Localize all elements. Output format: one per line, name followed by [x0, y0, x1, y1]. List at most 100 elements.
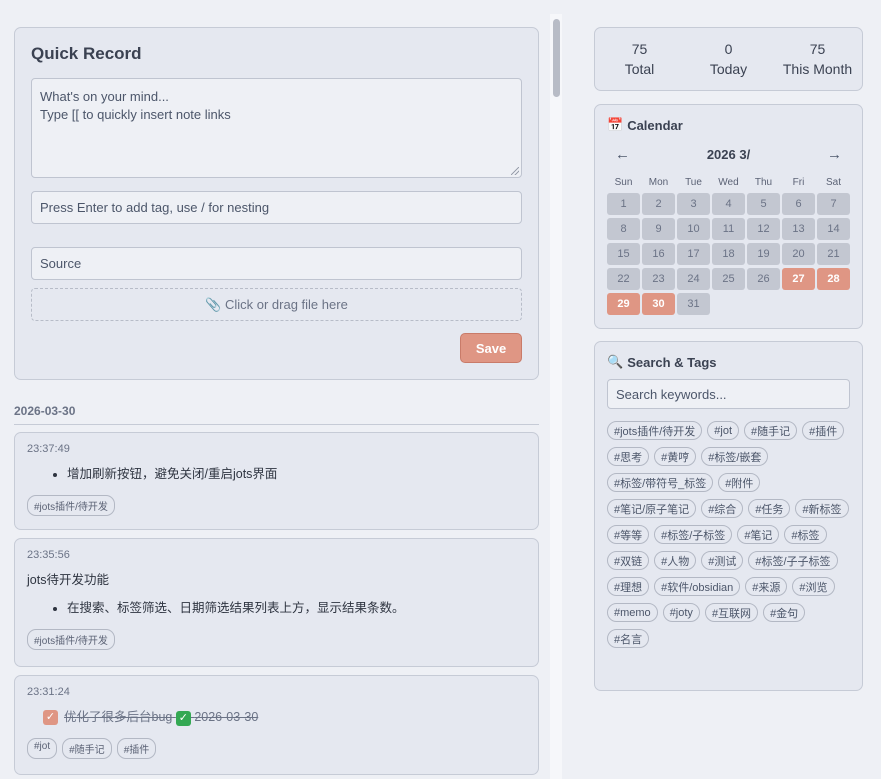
- calendar-day[interactable]: 10: [677, 218, 710, 240]
- tag-chip[interactable]: #软件/obsidian: [654, 577, 741, 596]
- tag-chip[interactable]: #互联网: [704, 603, 759, 622]
- tag-chip[interactable]: #插件: [802, 421, 845, 440]
- note-heading: jots待开发功能: [27, 573, 109, 587]
- calendar-day[interactable]: 16: [642, 243, 675, 265]
- calendar-day[interactable]: 19: [747, 243, 780, 265]
- scrollbar-track[interactable]: [550, 14, 562, 779]
- calendar-day[interactable]: 17: [677, 243, 710, 265]
- calendar-day[interactable]: 3: [677, 193, 710, 215]
- stat-label: This Month: [782, 61, 853, 77]
- task-text: 优化了很多后台bug ✓ 2026-03-30: [64, 708, 258, 726]
- source-input-placeholder: Source: [40, 256, 82, 271]
- quick-record-panel: Quick Record What's on your mind... Type…: [14, 27, 539, 380]
- tag-chip[interactable]: #标签: [784, 525, 827, 544]
- tag-chip[interactable]: #新标签: [795, 499, 849, 518]
- tag-chip[interactable]: #joty: [662, 603, 700, 622]
- calendar-day[interactable]: 2: [642, 193, 675, 215]
- calendar-day[interactable]: 18: [712, 243, 745, 265]
- note-card[interactable]: 23:35:56 jots待开发功能 在搜索、标签筛选、日期筛选结果列表上方，显…: [14, 538, 539, 667]
- tag-chip[interactable]: #等等: [607, 525, 650, 544]
- content-placeholder-line2: Type [[ to quickly insert note links: [40, 107, 231, 122]
- tag-chip[interactable]: #理想: [607, 577, 650, 596]
- tag-chip[interactable]: #附件: [718, 473, 761, 492]
- tag-chip[interactable]: #浏览: [792, 577, 835, 596]
- done-check-icon: ✓: [175, 711, 191, 726]
- tag-chip[interactable]: #笔记: [737, 525, 780, 544]
- calendar-day[interactable]: 7: [817, 193, 850, 215]
- note-tag[interactable]: #jot: [27, 738, 58, 759]
- note-tags: #jots插件/待开发: [27, 495, 526, 516]
- calendar-day[interactable]: 8: [607, 218, 640, 240]
- prev-month-icon[interactable]: ←: [615, 146, 630, 163]
- tag-input-placeholder: Press Enter to add tag, use / for nestin…: [40, 200, 270, 215]
- note-tag[interactable]: #jots插件/待开发: [27, 495, 115, 516]
- note-time: 23:37:49: [27, 443, 70, 455]
- weekday-header: Sun Mon Tue Wed Thu Fri Sat: [607, 177, 850, 193]
- tag-chip[interactable]: #思考: [607, 447, 650, 466]
- calendar-day[interactable]: 25: [712, 268, 745, 290]
- calendar-day[interactable]: 21: [817, 243, 850, 265]
- calendar-day[interactable]: 30: [642, 293, 675, 315]
- tag-chip[interactable]: #人物: [654, 551, 697, 570]
- tag-chip[interactable]: #随手记: [744, 421, 798, 440]
- note-card[interactable]: 23:37:49 增加刷新按钮，避免关闭/重启jots界面 #jots插件/待开…: [14, 432, 539, 530]
- tag-chip[interactable]: #综合: [701, 499, 744, 518]
- file-dropzone[interactable]: 📎 Click or drag file here: [31, 288, 522, 321]
- task-label: 优化了很多后台bug: [64, 710, 173, 724]
- calendar-day[interactable]: 1: [607, 193, 640, 215]
- scrollbar-thumb[interactable]: [553, 19, 560, 97]
- tag-chip[interactable]: #任务: [748, 499, 791, 518]
- resize-handle-icon[interactable]: [511, 167, 519, 175]
- note-bullet: 在搜索、标签筛选、日期筛选结果列表上方，显示结果条数。: [67, 599, 526, 617]
- weekday-label: Wed: [718, 177, 739, 188]
- tag-input[interactable]: Press Enter to add tag, use / for nestin…: [31, 191, 522, 224]
- calendar-day[interactable]: 26: [747, 268, 780, 290]
- calendar-day[interactable]: 11: [712, 218, 745, 240]
- search-placeholder: Search keywords...: [616, 386, 727, 402]
- tag-chip[interactable]: #memo: [607, 603, 658, 622]
- tag-chip[interactable]: #金句: [763, 603, 806, 622]
- note-tag[interactable]: #随手记: [62, 738, 112, 759]
- calendar-day[interactable]: 27: [782, 268, 815, 290]
- note-time: 23:31:24: [27, 686, 70, 698]
- note-tag[interactable]: #jots插件/待开发: [27, 629, 115, 650]
- tag-chip[interactable]: #双链: [607, 551, 650, 570]
- note-tag[interactable]: #插件: [116, 738, 157, 759]
- calendar-day[interactable]: 12: [747, 218, 780, 240]
- tag-chip[interactable]: #测试: [701, 551, 744, 570]
- calendar-day[interactable]: 6: [782, 193, 815, 215]
- save-button[interactable]: Save: [460, 333, 522, 363]
- tag-chip[interactable]: #标签/嵌套: [701, 447, 769, 466]
- calendar-day[interactable]: 24: [677, 268, 710, 290]
- calendar-day[interactable]: 9: [642, 218, 675, 240]
- calendar-day[interactable]: 31: [677, 293, 710, 315]
- calendar-icon: 📅: [607, 117, 624, 132]
- source-input[interactable]: Source: [31, 247, 522, 280]
- tag-chip[interactable]: #来源: [745, 577, 788, 596]
- calendar-day[interactable]: 4: [712, 193, 745, 215]
- tag-chip[interactable]: #笔记/原子笔记: [607, 499, 697, 518]
- search-input[interactable]: Search keywords...: [607, 379, 850, 409]
- calendar-day[interactable]: 22: [607, 268, 640, 290]
- tag-chip[interactable]: #jot: [707, 421, 740, 440]
- tag-chip[interactable]: #黄哼: [654, 447, 697, 466]
- tag-chip[interactable]: #jots插件/待开发: [607, 421, 703, 440]
- calendar-day[interactable]: 23: [642, 268, 675, 290]
- calendar-day[interactable]: 20: [782, 243, 815, 265]
- calendar-day[interactable]: 13: [782, 218, 815, 240]
- quick-record-title: Quick Record: [31, 44, 142, 63]
- tag-chip[interactable]: #标签/子子标签: [748, 551, 838, 570]
- tag-chip[interactable]: #名言: [607, 629, 650, 648]
- calendar-day[interactable]: 15: [607, 243, 640, 265]
- tag-chip[interactable]: #标签/带符号_标签: [607, 473, 714, 492]
- calendar-day[interactable]: 28: [817, 268, 850, 290]
- note-content-textarea[interactable]: What's on your mind... Type [[ to quickl…: [31, 78, 522, 178]
- weekday-label: Tue: [685, 177, 702, 188]
- calendar-day[interactable]: 29: [607, 293, 640, 315]
- calendar-day[interactable]: 14: [817, 218, 850, 240]
- task-checkbox[interactable]: ✓: [43, 709, 58, 725]
- next-month-icon[interactable]: →: [827, 146, 842, 163]
- calendar-day[interactable]: 5: [747, 193, 780, 215]
- tag-chip[interactable]: #标签/子标签: [654, 525, 733, 544]
- note-card[interactable]: 23:31:24 ✓ 优化了很多后台bug ✓ 2026-03-30 #jot …: [14, 675, 539, 775]
